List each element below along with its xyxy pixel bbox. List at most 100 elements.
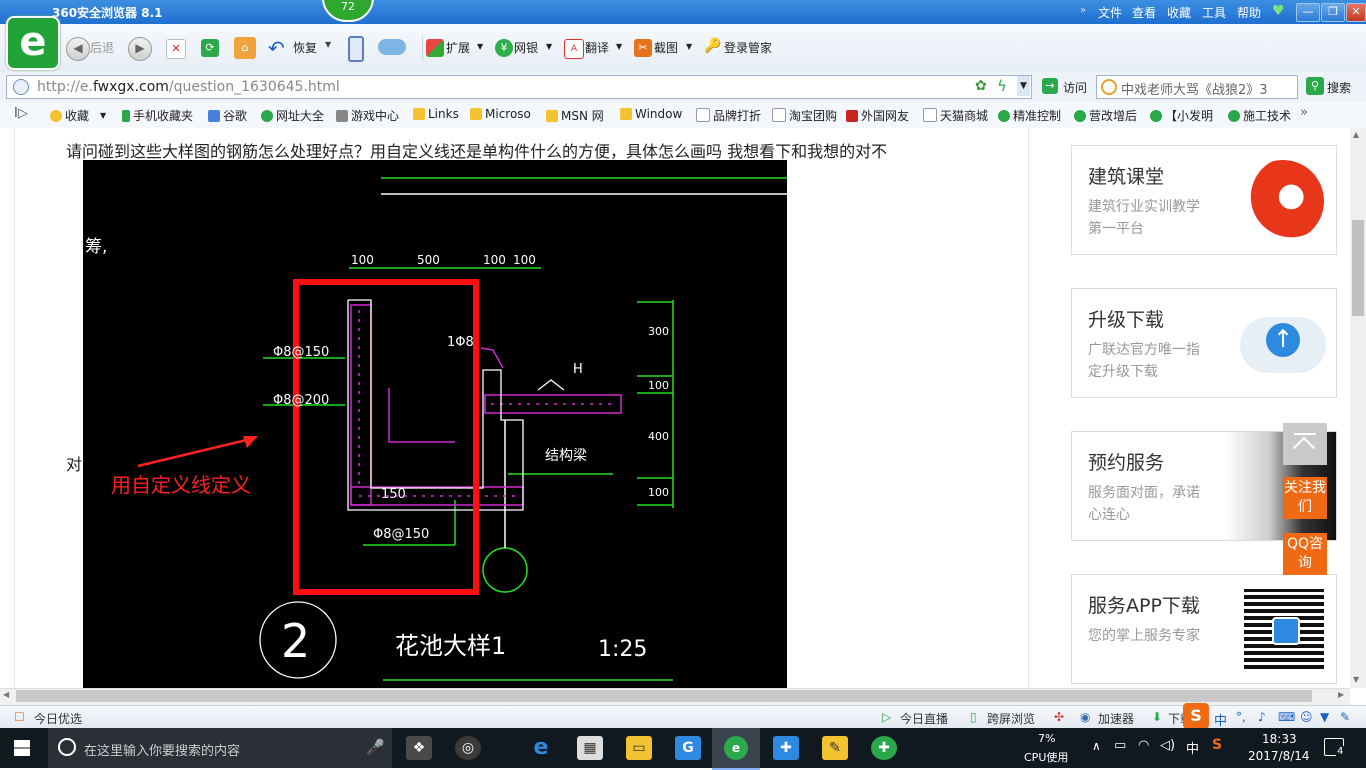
horizontal-scroll-thumb[interactable]: [16, 690, 1312, 702]
extensions-label[interactable]: 扩展: [446, 38, 470, 58]
extensions-dropdown-icon[interactable]: ▼: [477, 42, 483, 51]
ime-mode[interactable]: 中: [1214, 710, 1227, 729]
fav-item-invention[interactable]: 【小发明: [1150, 107, 1213, 124]
menu-file[interactable]: 文件: [1098, 4, 1122, 21]
user-icon[interactable]: ☺: [1300, 710, 1313, 724]
sogou-ime-icon[interactable]: S: [1183, 703, 1209, 729]
fav-item-microsoft[interactable]: Microso: [470, 107, 531, 121]
back-icon[interactable]: ◀: [66, 37, 90, 61]
fav-item-brand[interactable]: 品牌打折: [696, 107, 761, 124]
maximize-button[interactable]: ❐: [1321, 3, 1345, 22]
menu-help[interactable]: 帮助: [1237, 4, 1261, 21]
security-check-icon[interactable]: ✿: [975, 78, 987, 94]
store-icon[interactable]: ▦: [577, 736, 603, 760]
daily-pick-link[interactable]: 今日优选: [34, 710, 82, 727]
netbank-dropdown-icon[interactable]: ▼: [546, 42, 552, 51]
mic-icon[interactable]: ♪: [1258, 710, 1266, 724]
taskbar-ime[interactable]: 中: [1186, 738, 1199, 757]
fav-item-precise[interactable]: 精准控制: [998, 107, 1061, 124]
follow-us-button[interactable]: 关注我们: [1283, 477, 1327, 519]
screenshot-icon[interactable]: ✂: [634, 39, 652, 57]
volume-icon[interactable]: ◁): [1160, 738, 1175, 753]
address-bar[interactable]: http://e.fwxgx.com/question_1630645.html…: [6, 75, 1032, 99]
card-app-download[interactable]: 服务APP下载 您的掌上服务专家: [1071, 574, 1337, 684]
visit-icon[interactable]: →: [1042, 78, 1058, 94]
app-plus-icon[interactable]: ✚: [773, 736, 799, 760]
app-360-icon[interactable]: ◎: [455, 736, 481, 760]
restore-dropdown-icon[interactable]: ▼: [325, 40, 331, 49]
stop-icon[interactable]: ✕: [166, 39, 186, 59]
cloud-icon[interactable]: [378, 39, 406, 55]
fav-item-vat[interactable]: 营改增后: [1074, 107, 1137, 124]
back-label[interactable]: 后退: [90, 38, 114, 58]
scroll-left-icon[interactable]: ◀: [3, 690, 9, 699]
clock-date[interactable]: 2017/8/14: [1248, 749, 1310, 763]
edge-icon[interactable]: e: [528, 736, 554, 760]
back-to-top-button[interactable]: [1283, 423, 1327, 465]
fav-item-mobile[interactable]: 手机收藏夹: [122, 107, 193, 124]
menu-view[interactable]: 查看: [1132, 4, 1156, 21]
home-icon[interactable]: ⌂: [234, 37, 256, 59]
screenshot-label[interactable]: 截图: [654, 38, 678, 58]
speed-mode-icon[interactable]: ϟ: [997, 77, 1007, 95]
task-view-icon[interactable]: ❖: [406, 736, 432, 760]
close-button[interactable]: ✕: [1346, 3, 1366, 22]
search-icon[interactable]: ⚲: [1306, 77, 1324, 95]
vertical-scrollbar[interactable]: [1350, 128, 1366, 688]
notes-icon[interactable]: ✎: [822, 736, 848, 760]
download-icon[interactable]: ⬇: [1152, 710, 1162, 724]
fav-item-tmall[interactable]: 天猫商城: [923, 107, 988, 124]
fav-item-hao[interactable]: 网址大全: [261, 107, 324, 124]
login-manager-label[interactable]: 登录管家: [724, 38, 772, 58]
live-icon[interactable]: ▷: [882, 710, 891, 724]
tools-icon[interactable]: ✎: [1340, 710, 1350, 724]
wifi-icon[interactable]: ◠: [1138, 738, 1149, 753]
netbank-icon[interactable]: ¥: [495, 39, 513, 57]
settings-icon[interactable]: ✣: [1054, 710, 1064, 724]
notification-badge[interactable]: 72: [322, 0, 374, 22]
card-upgrade-download[interactable]: 升级下载 广联达官方唯一指定升级下载 ↑: [1071, 288, 1337, 398]
fav-item-games[interactable]: 游戏中心: [336, 107, 399, 124]
refresh-icon[interactable]: ⟳: [201, 39, 219, 57]
clock-time[interactable]: 18:33: [1262, 732, 1297, 746]
browser-logo-icon[interactable]: e: [6, 16, 60, 70]
address-dropdown-icon[interactable]: ▼: [1017, 76, 1030, 96]
keyboard-icon[interactable]: ⌨: [1278, 710, 1295, 724]
cad-drawing-image[interactable]: 筹, 100 500 100 100 Φ8@150 Φ8@200 1Φ8 Φ8@…: [83, 160, 787, 688]
punct-icon[interactable]: °,: [1236, 710, 1246, 724]
vertical-scroll-thumb[interactable]: [1352, 220, 1364, 316]
scroll-up-icon[interactable]: ▲: [1353, 130, 1359, 139]
fav-dropdown-icon[interactable]: ▼: [100, 111, 106, 120]
live-link[interactable]: 今日直播: [900, 710, 948, 727]
search-engine-icon[interactable]: [1101, 79, 1117, 95]
fav-item-google[interactable]: 谷歌: [208, 107, 247, 124]
fav-more-icon[interactable]: »: [1300, 105, 1308, 120]
sidebar-toggle-icon[interactable]: I▷: [14, 106, 28, 121]
skin-shirt-icon[interactable]: ▼: [1320, 710, 1329, 724]
sogou-tray-icon[interactable]: S: [1212, 737, 1222, 753]
translate-icon[interactable]: A: [564, 39, 584, 59]
explorer-icon[interactable]: ▭: [626, 736, 652, 760]
fav-item-msn[interactable]: MSN 网: [546, 107, 604, 124]
fav-item-favorites[interactable]: 收藏: [50, 107, 89, 124]
scroll-down-icon[interactable]: ▼: [1353, 675, 1359, 684]
qq-consult-button[interactable]: QQ咨询: [1283, 533, 1327, 575]
fav-item-taobao[interactable]: 淘宝团购: [772, 107, 837, 124]
fav-item-windows[interactable]: Window: [620, 107, 682, 121]
cross-screen-link[interactable]: 跨屏浏览: [987, 710, 1035, 727]
active-task[interactable]: e: [712, 728, 760, 770]
scroll-right-icon[interactable]: ▶: [1338, 690, 1344, 699]
mic-icon[interactable]: 🎤: [366, 738, 385, 756]
url-text[interactable]: http://e.fwxgx.com/question_1630645.html: [37, 79, 340, 95]
forward-icon[interactable]: ▶: [128, 37, 152, 61]
accelerator-link[interactable]: 加速器: [1098, 710, 1134, 727]
translate-label[interactable]: 翻译: [585, 38, 609, 58]
phone-icon[interactable]: [348, 36, 364, 62]
restore-label[interactable]: 恢复: [293, 38, 317, 58]
tray-chevron-icon[interactable]: ∧: [1092, 739, 1101, 753]
app-green-plus-icon[interactable]: ✚: [871, 736, 897, 760]
restore-icon[interactable]: ↶: [268, 36, 285, 60]
accelerator-icon[interactable]: ◉: [1080, 710, 1090, 724]
windows-start-icon[interactable]: [14, 740, 30, 756]
battery-icon[interactable]: ▭: [1114, 738, 1126, 753]
